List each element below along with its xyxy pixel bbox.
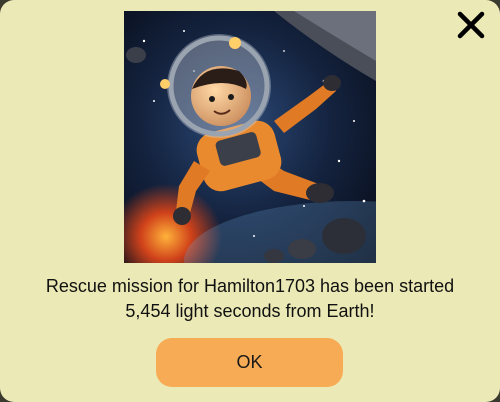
ok-button[interactable]: OK <box>156 338 343 387</box>
close-button[interactable] <box>456 10 486 40</box>
rescue-message: Rescue mission for Hamilton1703 has been… <box>0 274 500 324</box>
message-line-1: Rescue mission for Hamilton1703 has been… <box>45 276 455 296</box>
close-icon <box>457 11 485 39</box>
rescue-dialog: Rescue mission for Hamilton1703 has been… <box>0 0 500 402</box>
message-line-2: 5,454 light seconds from Earth! <box>125 301 375 321</box>
astronaut-image <box>124 11 376 263</box>
